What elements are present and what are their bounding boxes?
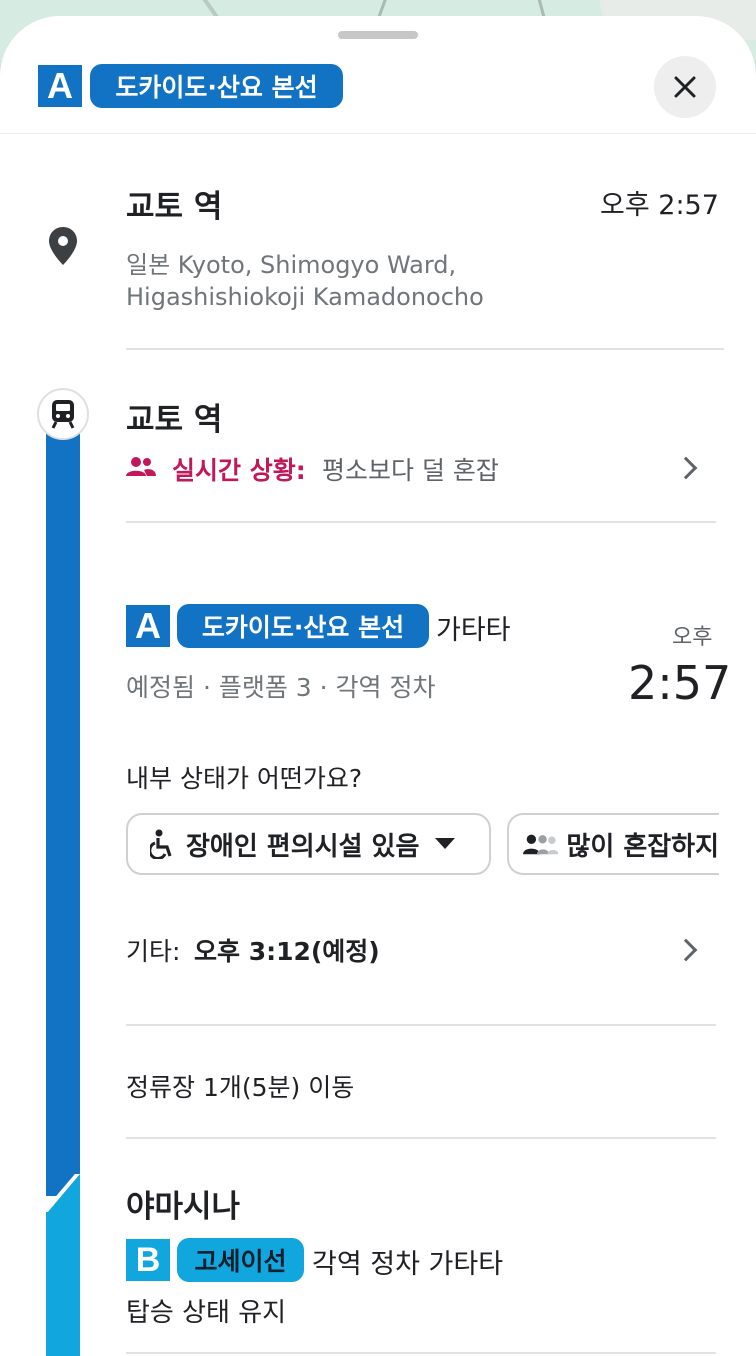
- other-time: 오후 3:12(예정): [194, 937, 380, 966]
- crowding-chip[interactable]: 많이 혼잡하지: [507, 813, 719, 875]
- origin-time: 오후 2:57: [600, 190, 719, 221]
- realtime-status-row[interactable]: 실시간 상황: 평소보다 덜 혼잡: [126, 446, 716, 490]
- stay-on-board: 탑승 상태 유지: [126, 1298, 287, 1328]
- line-a-name-pill: 도카이도·산요 본선: [177, 604, 429, 648]
- dropdown-arrow-icon: [435, 838, 456, 849]
- chevron-right-icon: [674, 938, 698, 962]
- leg-details: 예정됨 · 플랫폼 3 · 각역 정차: [126, 673, 436, 702]
- departure-period: 오후: [672, 625, 713, 650]
- line-b-route-rail: [46, 1212, 80, 1356]
- accessibility-chip-label: 장애인 편의시설 있음: [186, 831, 420, 862]
- realtime-value: 평소보다 덜 혼잡: [322, 456, 499, 485]
- origin-name: 교토 역: [126, 189, 223, 225]
- train-icon-badge: [37, 388, 89, 440]
- divider: [126, 1024, 716, 1026]
- sheet-header: A 도카이도·산요 본선: [0, 16, 756, 134]
- origin-address-line2: Higashishiokoji Kamadonocho: [126, 283, 484, 311]
- boarding-station-name: 교토 역: [126, 402, 223, 438]
- place-pin-icon: [49, 227, 77, 265]
- train-icon: [51, 400, 75, 429]
- other-label: 기타:: [126, 937, 181, 966]
- line-b-letter-badge: B: [126, 1239, 170, 1281]
- directions-sheet: A 도카이도·산요 본선 교토 역 오후 2:57 일본 Kyoto, Shim…: [0, 16, 756, 1356]
- line-a-letter-badge: A: [38, 65, 82, 107]
- line-transition-mark: [46, 1174, 80, 1214]
- origin-address-line1: 일본 Kyoto, Shimogyo Ward,: [126, 251, 457, 279]
- realtime-label: 실시간 상황:: [172, 456, 306, 485]
- crowd-icon: [523, 834, 559, 855]
- divider: [126, 1137, 716, 1139]
- close-button[interactable]: [654, 56, 716, 118]
- divider: [126, 1352, 716, 1354]
- crowding-chip-label: 많이 혼잡하지: [566, 831, 719, 862]
- accessibility-chip[interactable]: 장애인 편의시설 있음: [126, 813, 491, 875]
- divider: [126, 521, 716, 523]
- people-icon: [126, 457, 156, 476]
- stops-count-toggle[interactable]: 정류장 1개(5분) 이동: [126, 1068, 354, 1104]
- other-departures-row[interactable]: 기타: 오후 3:12(예정): [126, 926, 716, 972]
- leg-direction: 가타타: [436, 615, 511, 646]
- line-a-route-rail: [46, 416, 80, 1196]
- chevron-right-icon: [674, 456, 698, 480]
- line-b-name-pill: 고세이선: [177, 1238, 304, 1282]
- condition-question: 내부 상태가 어떤가요?: [126, 764, 363, 793]
- transfer-detail: 각역 정차 가타타: [312, 1249, 504, 1280]
- divider: [126, 348, 724, 350]
- departure-time: 2:57: [628, 656, 732, 710]
- close-icon: [674, 76, 696, 98]
- line-a-letter-badge: A: [126, 605, 170, 647]
- accessible-icon: [150, 829, 172, 859]
- line-a-name-pill: 도카이도·산요 본선: [90, 64, 343, 108]
- transfer-station-name: 야마시나: [126, 1189, 241, 1225]
